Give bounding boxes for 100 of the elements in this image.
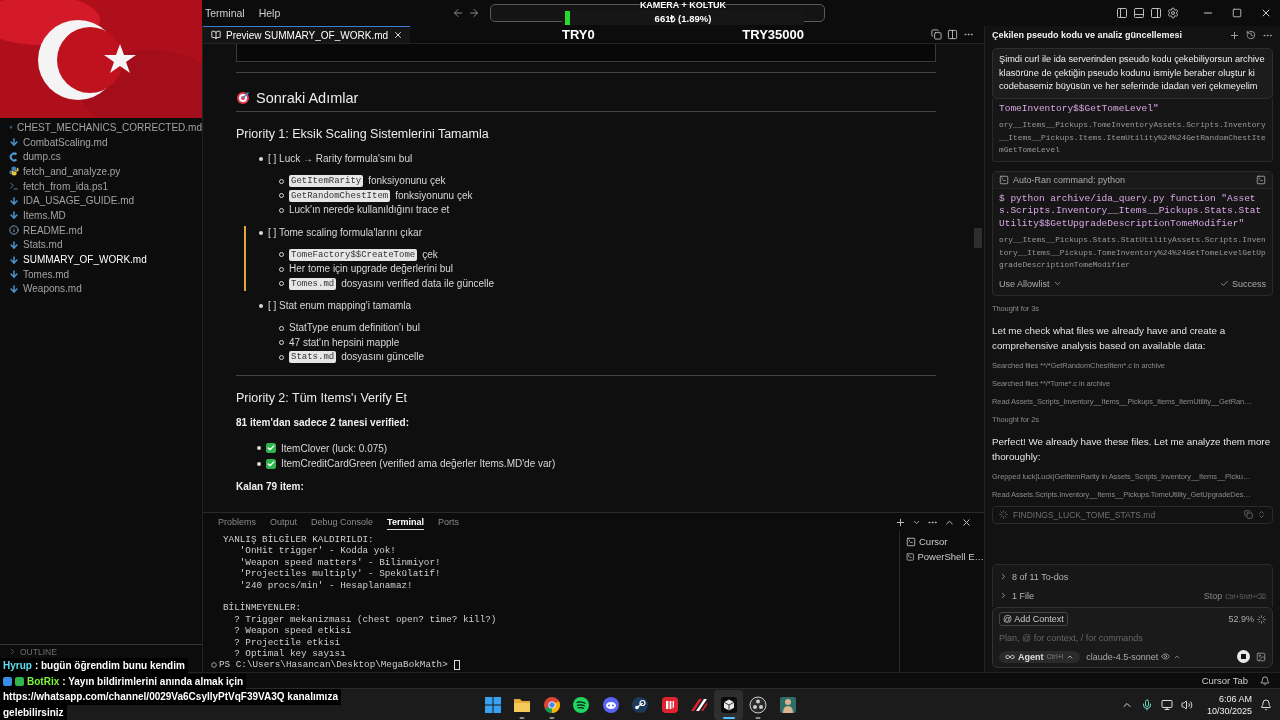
menu-item[interactable]: Terminal — [205, 7, 245, 19]
list-bullet — [259, 304, 263, 308]
chat-app-icon[interactable] — [601, 695, 620, 714]
c-letter-icon — [9, 151, 19, 162]
terminal-session[interactable]: Cursor — [919, 534, 948, 549]
file-item[interactable]: fetch_and_analyze.py — [0, 164, 202, 179]
chat-message: : bugün öğrendim bunu kendim — [34, 660, 185, 672]
launcher-icon[interactable] — [631, 695, 649, 714]
terminal-icon — [9, 181, 19, 192]
panel-tab[interactable]: Terminal — [387, 514, 424, 530]
file-item[interactable]: fetch_from_ida.ps1 — [0, 178, 202, 194]
inline-code: TomeFactory$$CreateTome — [289, 248, 418, 261]
terminal-line: '240 procs/min' - Hesaplanamaz! — [238, 579, 414, 592]
speaker-icon[interactable] — [1180, 698, 1193, 711]
list-bullet — [259, 230, 263, 235]
panel-tab[interactable]: Debug Console — [311, 514, 374, 530]
list-item-text: [ ] Tome scaling formula'larını çıkar — [268, 225, 422, 240]
list-item-text: 47 stat'ın hepsini mapple — [289, 335, 400, 350]
file-item[interactable]: IDA_USAGE_GUIDE.md — [0, 193, 202, 209]
image-icon[interactable] — [1256, 651, 1266, 662]
panel-right-icon[interactable] — [1150, 7, 1162, 19]
outline-header[interactable]: OUTLINE — [20, 646, 57, 657]
file-item[interactable]: CombatScaling.md — [0, 134, 202, 150]
status-item[interactable]: Cursor Tab — [1201, 675, 1248, 686]
terminal-line: BİLİNMEYENLER: — [223, 602, 303, 614]
chevron-icon[interactable] — [999, 572, 1008, 581]
file-item[interactable]: Tomes.md — [0, 266, 202, 282]
terminal-line: ? Optimal key sayısı — [233, 648, 347, 660]
list-item-text: ItemCreditCardGreen (verified ama değerler Items.MD'de var) — [281, 457, 556, 471]
bold-paragraph: 81 item'dan sadece 2 tanesi verified: — [236, 415, 410, 430]
inline-code: GetItemRarity — [289, 175, 364, 188]
list-item-text: Luck'ın nerede kullanıldığını trace et — [289, 203, 450, 217]
donation-amount: 661₺ (1.89%) — [654, 11, 712, 25]
editor-tab[interactable]: Preview SUMMARY_OF_WORK.md — [203, 26, 411, 43]
bold-paragraph: Kalan 79 item: — [236, 479, 305, 494]
add-context-button[interactable]: @ Add Context — [999, 612, 1068, 626]
user-message: Şimdi curl ile ida serverinden pseudo kodu çekebiliyorsun archive klasörüne de çektiğin pseudo kodunu ismiyle beraber oluştur ki codebasemiz büyüsün ve her seferinde idadan veri çekmeyelim — [992, 48, 1273, 99]
model-selector[interactable]: claude-4.5-sonnet — [1086, 651, 1182, 662]
recorder-icon[interactable] — [749, 695, 767, 714]
split-icon[interactable] — [947, 29, 958, 40]
chat-message: https://whatsapp.com/channel/0029Va6CsyIlyPtVqF39VA3Q kanalımıza — [3, 691, 338, 703]
game-icon[interactable] — [660, 695, 679, 714]
cube-icon[interactable] — [719, 695, 738, 714]
stop-generation-button[interactable] — [1237, 650, 1250, 663]
panel-tab[interactable]: Output — [270, 514, 298, 530]
monitor-icon[interactable] — [1160, 698, 1173, 711]
history-icon[interactable] — [1246, 30, 1256, 40]
file-item[interactable]: Stats.md — [0, 237, 202, 253]
circle-icon — [211, 662, 217, 669]
todo-label[interactable]: 1 File — [1012, 590, 1034, 601]
bell-icon[interactable] — [1260, 698, 1272, 711]
microphone-icon[interactable] — [1140, 698, 1153, 711]
list-item-text: dosyasını verified data ile güncelle — [341, 276, 495, 291]
terminal-session[interactable]: PowerShell E… — [917, 549, 984, 564]
check-icon — [1220, 279, 1229, 288]
chat-input[interactable]: Plan, @ for context, / for commands — [999, 631, 1266, 645]
file-item[interactable]: Weapons.md — [0, 281, 202, 297]
donation-title: KAMERA + KOLTUK — [638, 0, 728, 11]
file-item[interactable]: SUMMARY_OF_WORK.md — [0, 252, 202, 267]
goal-min: TRY0 — [562, 27, 595, 42]
file-item[interactable]: CHEST_MECHANICS_CORRECTED.md — [0, 120, 202, 135]
allowlist-dropdown[interactable]: Use Allowlist — [999, 278, 1062, 289]
terminal-line: 'OnHit trigger' - Kodda yok! — [238, 545, 397, 557]
taskbar-button[interactable] — [713, 689, 744, 720]
forward-icon[interactable] — [468, 7, 480, 19]
file-item[interactable]: README.md — [0, 222, 202, 238]
terminal-prompt: PS C:\Users\Hasancan\Desktop\MegaBokMath> — [219, 659, 448, 671]
spinner-icon — [1257, 614, 1266, 624]
panel-bottom-icon[interactable] — [1133, 7, 1145, 19]
file-item[interactable]: dump.cs — [0, 149, 202, 165]
clock[interactable]: 6:06 AM 10/30/2025 — [1206, 692, 1252, 717]
file-item[interactable]: Items.MD — [0, 208, 202, 223]
close-icon[interactable] — [961, 516, 972, 528]
panel-left-icon[interactable] — [1116, 7, 1128, 19]
start-icon[interactable] — [483, 695, 502, 714]
chat-title: Çekilen pseudo kodu ve analiz güncellemesi — [992, 30, 1183, 40]
panel-tab[interactable]: Problems — [218, 514, 256, 530]
chat-username: BotRix — [27, 675, 60, 687]
browser-icon[interactable] — [542, 695, 561, 714]
copy-icon[interactable] — [931, 29, 942, 40]
add-icon[interactable] — [895, 516, 906, 528]
music-icon[interactable] — [572, 695, 590, 714]
terminal-icon[interactable] — [1256, 174, 1266, 185]
chevron-icon[interactable] — [999, 591, 1008, 600]
menu-item[interactable]: Help — [258, 7, 281, 19]
settings-icon[interactable] — [1167, 7, 1179, 19]
back-icon[interactable] — [452, 7, 464, 19]
scrollbar-thumb[interactable] — [974, 228, 982, 248]
maximize-icon[interactable] — [1231, 8, 1242, 18]
new-chat-icon[interactable] — [1229, 29, 1240, 41]
list-item-text: [ ] Stat enum mapping'i tamamla — [268, 299, 412, 313]
close-icon[interactable] — [393, 30, 404, 40]
expand-icon[interactable] — [1257, 510, 1266, 519]
bell-icon[interactable] — [1260, 675, 1270, 686]
todo-label[interactable]: 8 of 11 To-dos — [1012, 571, 1069, 582]
panel-tab[interactable]: Ports — [437, 514, 459, 530]
file-name: FINDINGS_LUCK_TOME_STATS.md — [1013, 509, 1156, 520]
figure-icon[interactable] — [778, 695, 797, 714]
eye-icon — [1161, 652, 1171, 661]
list-bullet — [259, 157, 263, 161]
